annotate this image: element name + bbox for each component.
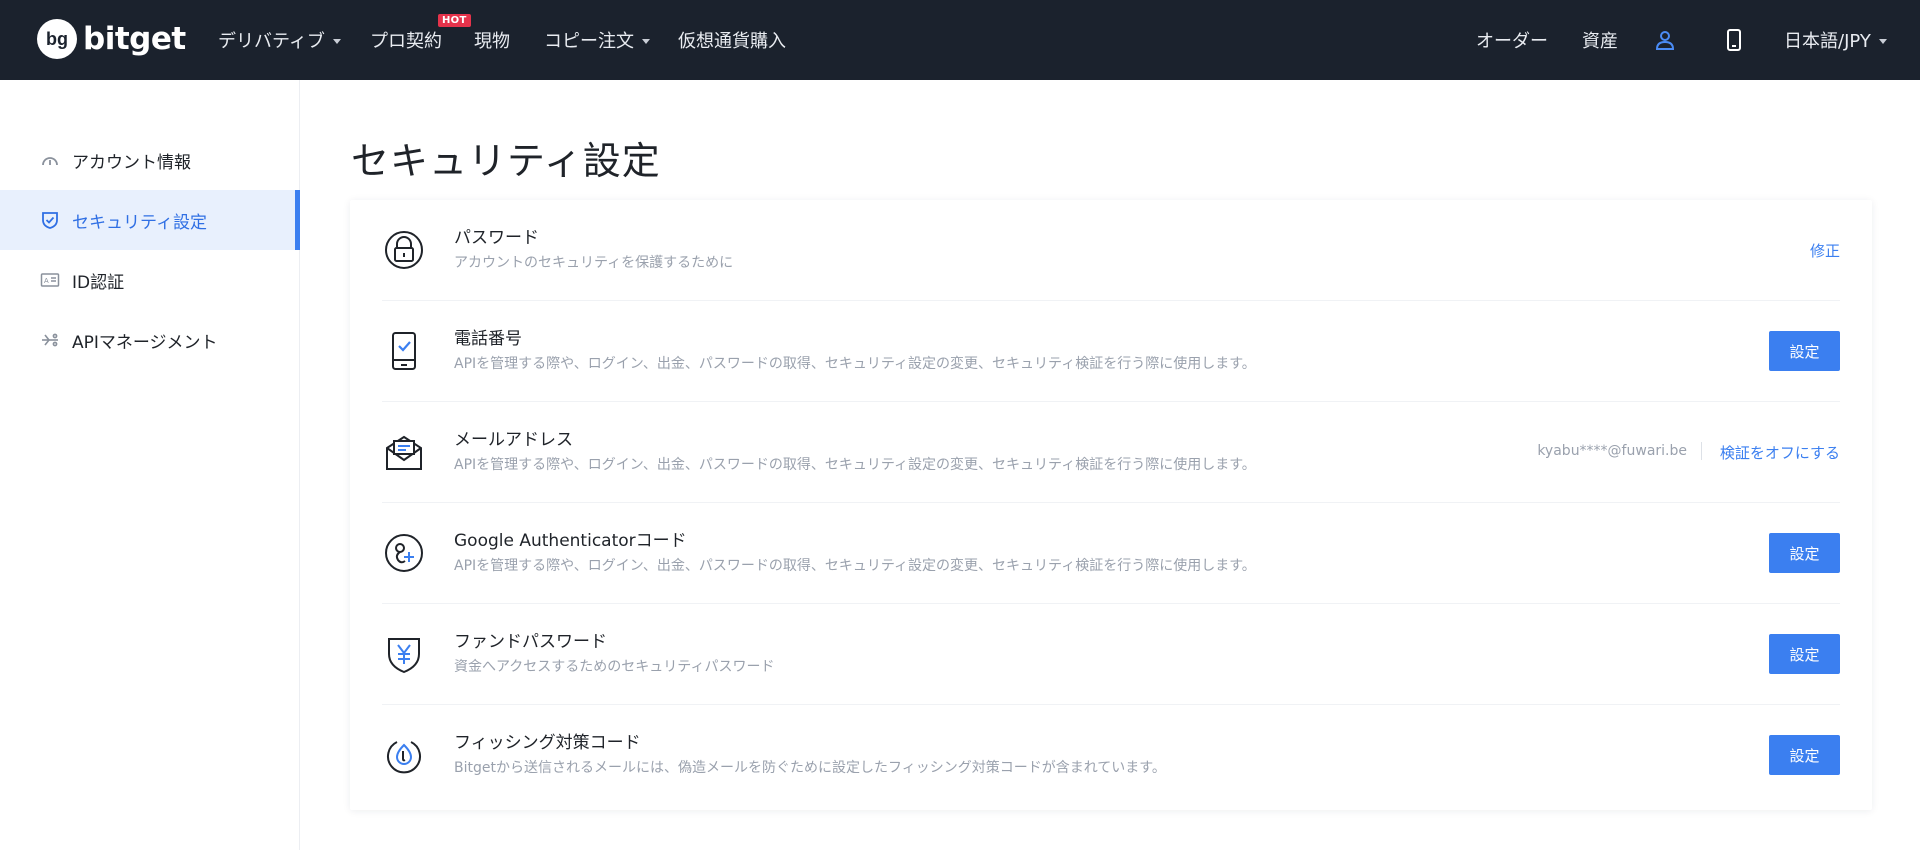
divider — [1701, 442, 1702, 460]
logo-text: bitget — [83, 21, 186, 57]
row-title: メールアドレス — [454, 430, 573, 450]
sidebar-item-label: ID認証 — [72, 272, 125, 293]
mail-icon — [382, 430, 426, 474]
svg-text:A: A — [44, 278, 49, 285]
row-description: Bitgetから送信されるメールには、偽造メールを防ぐために設定したフィッシング… — [454, 760, 1166, 776]
row-description: 資金へアクセスするためのセキュリティパスワード — [454, 659, 775, 675]
top-navigation-bar: bg bitget デリバティブ プロ契約 HOT 現物 コピー注文 仮想通貨購… — [0, 0, 1920, 80]
set-anti-phishing-code-button[interactable]: 設定 — [1769, 735, 1840, 775]
dashboard-icon — [40, 150, 60, 170]
security-row-google-authenticator: Google Authenticatorコード APIを管理する際や、ログイン、… — [382, 503, 1840, 604]
row-description: APIを管理する際や、ログイン、出金、パスワードの取得、セキュリティ設定の変更、… — [454, 356, 1256, 372]
nav-derivatives[interactable]: デリバティブ — [218, 0, 341, 80]
sidebar-item-label: セキュリティ設定 — [72, 212, 207, 233]
security-row-password: パスワード アカウントのセキュリティを保護するために 修正 — [382, 200, 1840, 301]
caret-down-icon — [332, 38, 341, 44]
caret-down-icon — [642, 38, 650, 44]
hot-badge: HOT — [438, 14, 471, 27]
set-fund-password-button[interactable]: 設定 — [1769, 634, 1840, 674]
api-icon — [40, 330, 60, 350]
set-phone-button[interactable]: 設定 — [1769, 331, 1840, 371]
id-card-icon: A — [40, 270, 60, 290]
row-title: フィッシング対策コード — [454, 733, 641, 753]
nav-buy-crypto[interactable]: 仮想通貨購入 — [678, 0, 786, 80]
sidebar-item-label: アカウント情報 — [72, 152, 191, 173]
sidebar-item-id-verification[interactable]: A ID認証 — [0, 250, 300, 310]
email-address-value: kyabu****@fuwari.be — [1537, 443, 1687, 459]
bitget-logo[interactable]: bg bitget — [37, 19, 186, 59]
mobile-icon[interactable] — [1720, 26, 1748, 54]
row-title: パスワード — [454, 228, 539, 248]
modify-password-link[interactable]: 修正 — [1810, 240, 1840, 261]
nav-spot[interactable]: 現物 — [474, 0, 510, 80]
sidebar-item-account-info[interactable]: アカウント情報 — [0, 130, 300, 190]
google-auth-icon — [382, 531, 426, 575]
row-title: 電話番号 — [454, 329, 522, 349]
svg-text:bg: bg — [46, 29, 68, 49]
set-google-authenticator-button[interactable]: 設定 — [1769, 533, 1840, 573]
sidebar: アカウント情報 セキュリティ設定 A ID認証 APIマネージメント — [0, 80, 300, 850]
anti-phishing-icon — [382, 733, 426, 777]
nav-copy-trading[interactable]: コピー注文 — [544, 0, 650, 80]
row-description: APIを管理する際や、ログイン、出金、パスワードの取得、セキュリティ設定の変更、… — [454, 558, 1256, 574]
sidebar-item-label: APIマネージメント — [72, 332, 218, 353]
disable-email-verification-link[interactable]: 検証をオフにする — [1720, 442, 1840, 463]
logo-mark-icon: bg — [37, 19, 77, 59]
row-title: ファンドパスワード — [454, 632, 607, 652]
language-currency-selector[interactable]: 日本語/JPY — [1784, 0, 1887, 80]
user-icon[interactable] — [1651, 26, 1679, 54]
yen-shield-icon — [382, 632, 426, 676]
row-description: アカウントのセキュリティを保護するために — [454, 255, 734, 271]
row-description: APIを管理する際や、ログイン、出金、パスワードの取得、セキュリティ設定の変更、… — [454, 457, 1256, 473]
nav-pro-contract[interactable]: プロ契約 HOT — [370, 0, 471, 80]
security-row-phone: 電話番号 APIを管理する際や、ログイン、出金、パスワードの取得、セキュリティ設… — [382, 301, 1840, 402]
phone-check-icon — [382, 329, 426, 373]
security-row-anti-phishing: フィッシング対策コード Bitgetから送信されるメールには、偽造メールを防ぐた… — [382, 705, 1840, 806]
page-title: セキュリティ設定 — [351, 139, 661, 183]
nav-orders[interactable]: オーダー — [1476, 0, 1548, 80]
nav-assets[interactable]: 資産 — [1582, 0, 1618, 80]
row-title: Google Authenticatorコード — [454, 531, 687, 551]
caret-down-icon — [1878, 38, 1887, 44]
sidebar-item-security[interactable]: セキュリティ設定 — [0, 190, 300, 250]
security-row-email: メールアドレス APIを管理する際や、ログイン、出金、パスワードの取得、セキュリ… — [382, 402, 1840, 503]
lock-icon — [382, 228, 426, 272]
security-settings-card: パスワード アカウントのセキュリティを保護するために 修正 電話番号 APIを管… — [350, 200, 1872, 810]
shield-check-icon — [40, 210, 60, 230]
security-row-fund-password: ファンドパスワード 資金へアクセスするためのセキュリティパスワード 設定 — [382, 604, 1840, 705]
sidebar-item-api-management[interactable]: APIマネージメント — [0, 310, 300, 370]
